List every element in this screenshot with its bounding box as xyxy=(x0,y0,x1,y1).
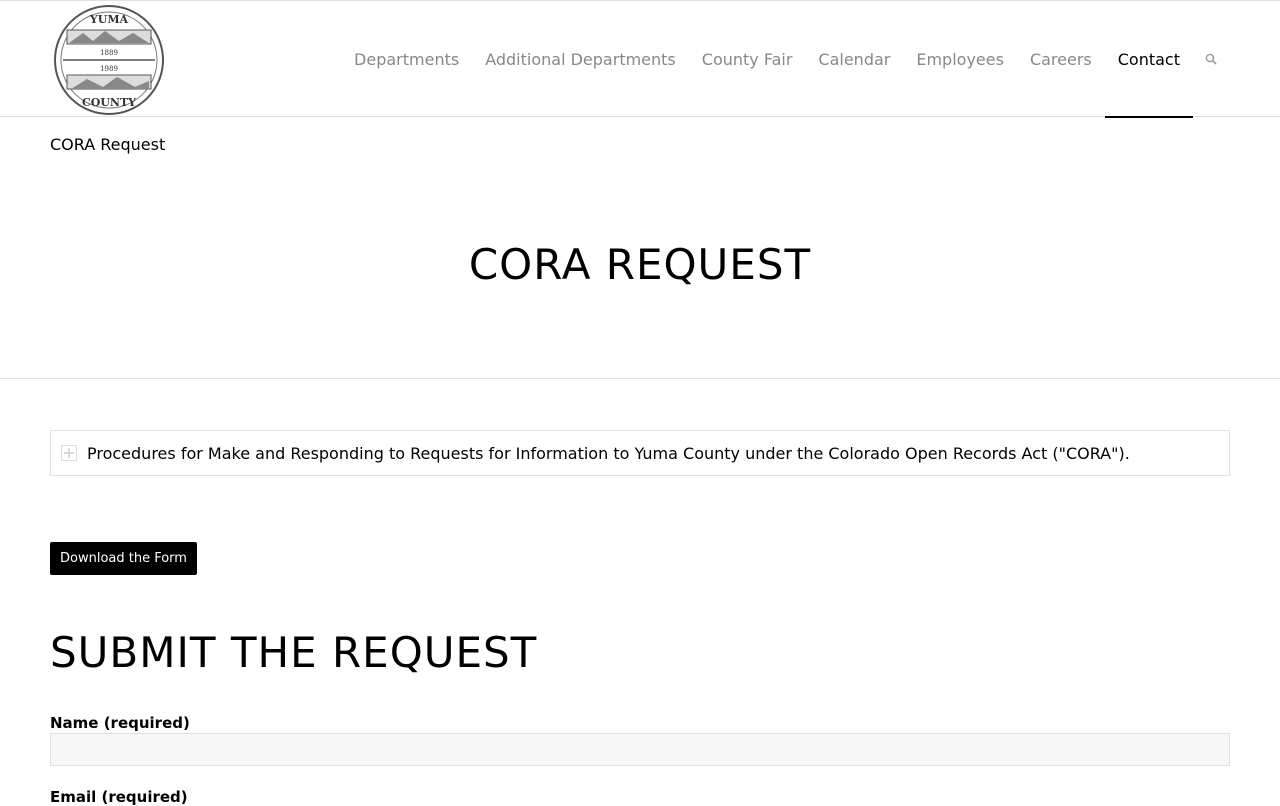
toggle-label: Procedures for Make and Responding to Re… xyxy=(87,443,1130,463)
name-field-label: Name (required) xyxy=(50,714,190,732)
cora-procedures-toggle[interactable]: Procedures for Make and Responding to Re… xyxy=(50,430,1230,476)
nav-item-employees[interactable]: Employees xyxy=(903,1,1017,117)
download-form-button[interactable]: Download the Form xyxy=(50,542,197,575)
seal-text-year-2: 1989 xyxy=(100,65,118,73)
main-nav: Departments Additional Departments County … xyxy=(341,1,1230,118)
nav-item-departments[interactable]: Departments xyxy=(341,1,472,117)
name-field[interactable] xyxy=(50,733,1230,766)
nav-item-careers[interactable]: Careers xyxy=(1017,1,1105,117)
page-title: CORA REQUEST xyxy=(468,240,812,289)
plus-square-icon xyxy=(61,445,77,461)
search-button[interactable] xyxy=(1193,1,1230,117)
seal-text-year-1: 1889 xyxy=(100,49,118,57)
county-seal-logo[interactable]: YUMA 1889 1989 COUNTY xyxy=(53,3,165,117)
site-header: YUMA 1889 1989 COUNTY Departments Additio… xyxy=(0,0,1280,118)
seal-text-top: YUMA xyxy=(89,13,129,26)
nav-item-contact[interactable]: Contact xyxy=(1104,1,1194,118)
nav-item-county-fair[interactable]: County Fair xyxy=(689,1,806,117)
divider xyxy=(0,378,1280,379)
nav-item-additional-departments[interactable]: Additional Departments xyxy=(472,1,689,117)
email-field-label: Email (required) xyxy=(50,788,188,806)
page-title-small: CORA Request xyxy=(50,135,166,154)
search-icon xyxy=(1205,53,1217,65)
seal-text-bottom: COUNTY xyxy=(82,96,136,109)
form-section-title: SUBMIT THE REQUEST xyxy=(50,628,538,677)
nav-item-calendar[interactable]: Calendar xyxy=(805,1,903,117)
